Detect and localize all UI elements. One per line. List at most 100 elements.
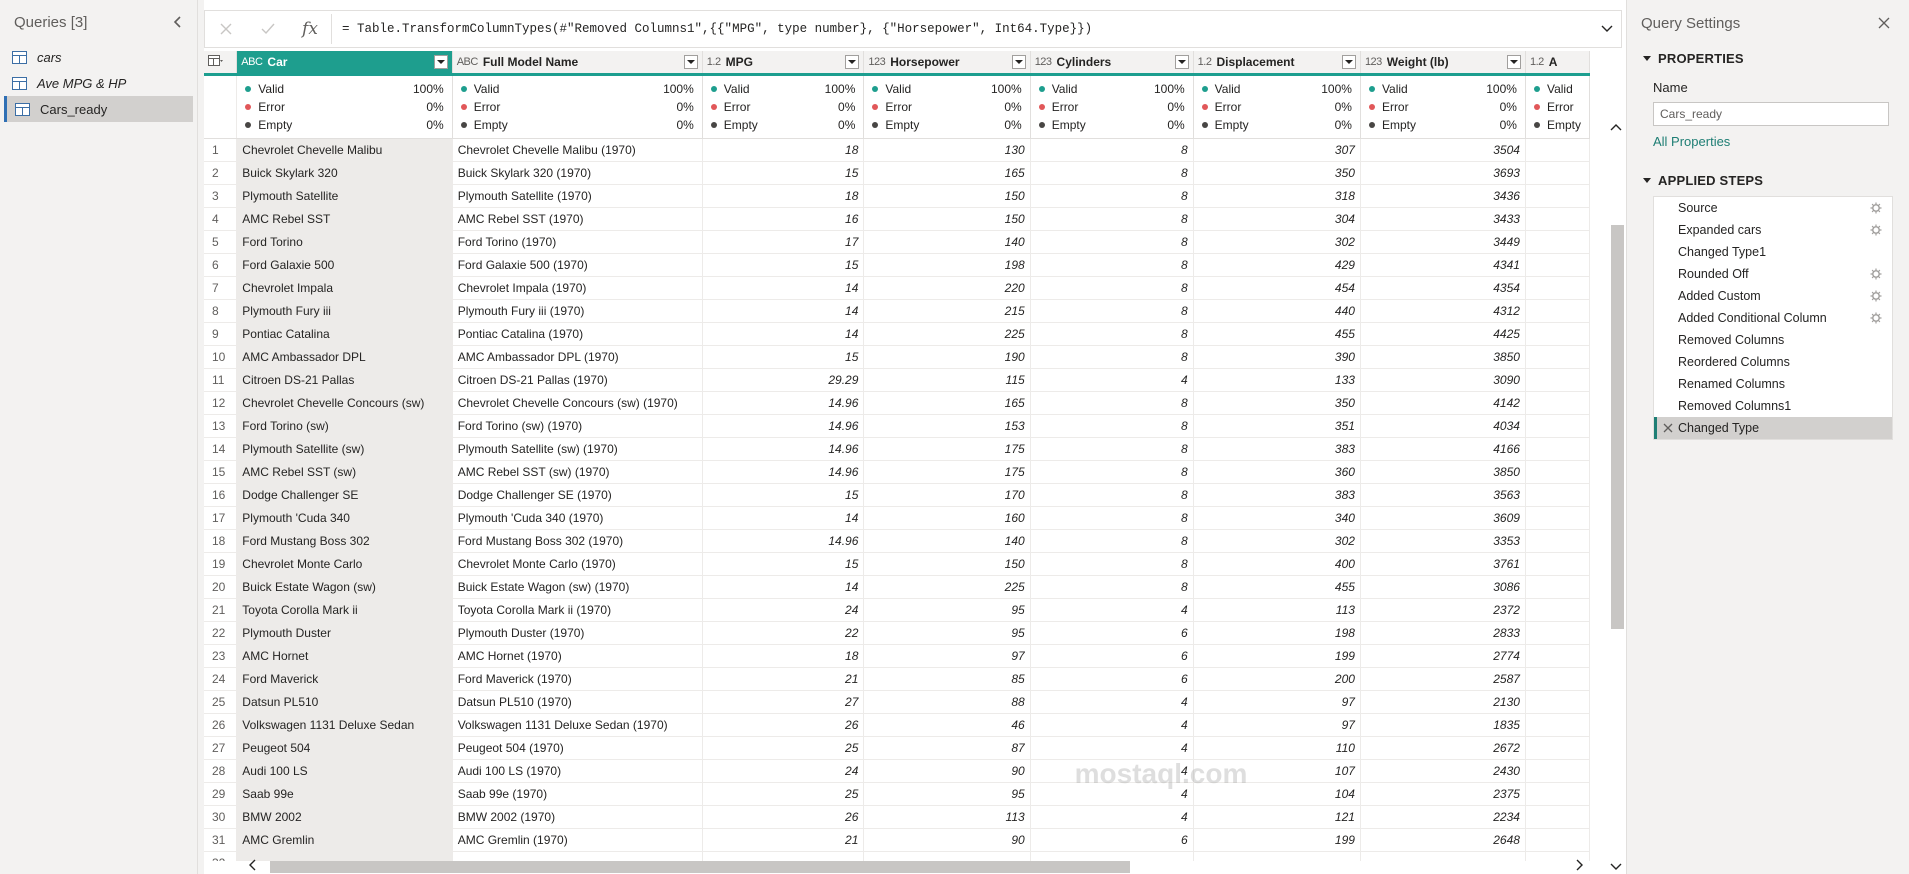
cell-horsepower[interactable]: 165 [863, 391, 1031, 415]
cell-car[interactable]: BMW 2002 [236, 805, 453, 829]
table-row[interactable]: 30 BMW 2002 BMW 2002 (1970) 26 113 4 121 2234 [204, 805, 1590, 829]
cell-cylinders[interactable]: 6 [1030, 667, 1194, 691]
cell-horsepower[interactable]: 97 [863, 644, 1031, 668]
cell-horsepower[interactable]: 113 [863, 805, 1031, 829]
cell-horsepower[interactable]: 150 [863, 552, 1031, 576]
cell-cylinders[interactable]: 8 [1030, 437, 1194, 461]
cell-full-model-name[interactable]: Chevrolet Chevelle Malibu (1970) [452, 138, 703, 162]
cell-horsepower[interactable]: 140 [863, 529, 1031, 553]
cell-mpg[interactable]: 24 [702, 598, 865, 622]
table-row[interactable]: 10 AMC Ambassador DPL AMC Ambassador DPL (… [204, 345, 1590, 369]
cell-weight[interactable]: 3850 [1360, 345, 1526, 369]
cell-horsepower[interactable]: 115 [863, 368, 1031, 392]
cell-car[interactable]: Buick Estate Wagon (sw) [236, 575, 453, 599]
cell-weight[interactable]: 2672 [1360, 736, 1526, 760]
cell-full-model-name[interactable]: Chevrolet Impala (1970) [452, 276, 703, 300]
cell-horsepower[interactable]: 46 [863, 713, 1031, 737]
cell-mpg[interactable]: 15 [702, 161, 865, 185]
cell-truncated-column[interactable] [1525, 644, 1590, 668]
cell-weight[interactable]: 4354 [1360, 276, 1526, 300]
cell-weight[interactable]: 4142 [1360, 391, 1526, 415]
cell-full-model-name[interactable]: Citroen DS-21 Pallas (1970) [452, 368, 703, 392]
cell-cylinders[interactable]: 8 [1030, 322, 1194, 346]
row-number[interactable]: 23 [204, 644, 238, 668]
row-number[interactable]: 8 [204, 299, 238, 323]
cell-cylinders[interactable]: 8 [1030, 552, 1194, 576]
column-header[interactable]: 1.2 MPG [702, 51, 865, 76]
cell-weight[interactable]: 3090 [1360, 368, 1526, 392]
cell-car[interactable]: AMC Rebel SST [236, 207, 453, 231]
applied-step[interactable]: Reordered Columns [1654, 351, 1892, 373]
cell-horsepower[interactable]: 85 [863, 667, 1031, 691]
column-type-icon[interactable]: 123 [868, 56, 885, 68]
cell-car[interactable]: Audi 100 LS [236, 759, 453, 783]
cell-mpg[interactable]: 18 [702, 184, 865, 208]
cell-horsepower[interactable]: 190 [863, 345, 1031, 369]
cell-mpg[interactable]: 14 [702, 299, 865, 323]
cell-mpg[interactable]: 15 [702, 483, 865, 507]
cell-cylinders[interactable]: 8 [1030, 299, 1194, 323]
cell-mpg[interactable]: 26 [702, 713, 865, 737]
cell-car[interactable]: Plymouth Fury iii [236, 299, 453, 323]
cell-cylinders[interactable]: 6 [1030, 828, 1194, 852]
cell-full-model-name[interactable]: Ford Torino (sw) (1970) [452, 414, 703, 438]
column-header[interactable]: 1.2 Displacement [1193, 51, 1361, 76]
cell-truncated-column[interactable] [1525, 506, 1590, 530]
row-number[interactable]: 29 [204, 782, 238, 806]
cell-mpg[interactable]: 26 [702, 805, 865, 829]
cell-displacement[interactable]: 383 [1193, 483, 1361, 507]
cell-weight[interactable]: 2130 [1360, 690, 1526, 714]
query-item[interactable]: Ave MPG & HP [0, 70, 197, 96]
column-header[interactable]: 1.2 A [1525, 51, 1590, 76]
table-menu-button[interactable] [204, 51, 238, 76]
table-row[interactable]: 8 Plymouth Fury iii Plymouth Fury iii (197… [204, 299, 1590, 323]
column-header[interactable]: 123 Cylinders [1030, 51, 1194, 76]
row-number[interactable]: 15 [204, 460, 238, 484]
column-filter-dropdown-icon[interactable] [1506, 55, 1521, 69]
query-item[interactable]: cars [0, 44, 197, 70]
cell-horsepower[interactable]: 215 [863, 299, 1031, 323]
cell-weight[interactable]: 2372 [1360, 598, 1526, 622]
table-row[interactable]: 18 Ford Mustang Boss 302 Ford Mustang Boss… [204, 529, 1590, 553]
row-number[interactable]: 24 [204, 667, 238, 691]
cell-mpg[interactable]: 24 [702, 759, 865, 783]
table-row[interactable]: 21 Toyota Corolla Mark ii Toyota Corolla M… [204, 598, 1590, 622]
cell-horsepower[interactable]: 140 [863, 230, 1031, 254]
cell-weight[interactable]: 3563 [1360, 483, 1526, 507]
row-number[interactable]: 20 [204, 575, 238, 599]
cell-full-model-name[interactable]: Audi 100 LS (1970) [452, 759, 703, 783]
cell-truncated-column[interactable] [1525, 161, 1590, 185]
cell-displacement[interactable]: 350 [1193, 391, 1361, 415]
cell-truncated-column[interactable] [1525, 828, 1590, 852]
cell-displacement[interactable]: 307 [1193, 138, 1361, 162]
cell-full-model-name[interactable]: Ford Mustang Boss 302 (1970) [452, 529, 703, 553]
applied-step[interactable]: Changed Type1 [1654, 241, 1892, 263]
cell-mpg[interactable]: 21 [702, 667, 865, 691]
table-row[interactable]: 24 Ford Maverick Ford Maverick (1970) 21 85 6… [204, 667, 1590, 691]
cell-car[interactable]: Peugeot 504 [236, 736, 453, 760]
cell-weight[interactable]: 3504 [1360, 138, 1526, 162]
cell-weight[interactable]: 3449 [1360, 230, 1526, 254]
cell-full-model-name[interactable]: Plymouth 'Cuda 340 (1970) [452, 506, 703, 530]
cell-mpg[interactable]: 14.96 [702, 437, 865, 461]
cell-cylinders[interactable]: 8 [1030, 575, 1194, 599]
cell-car[interactable]: Buick Skylark 320 [236, 161, 453, 185]
cell-displacement[interactable]: 455 [1193, 575, 1361, 599]
cell-truncated-column[interactable] [1525, 276, 1590, 300]
table-row[interactable]: 27 Peugeot 504 Peugeot 504 (1970) 25 87 4 110 2… [204, 736, 1590, 760]
cell-full-model-name[interactable]: Volkswagen 1131 Deluxe Sedan (1970) [452, 713, 703, 737]
cell-truncated-column[interactable] [1525, 368, 1590, 392]
cell-mpg[interactable]: 17 [702, 230, 865, 254]
cell-horsepower[interactable]: 225 [863, 575, 1031, 599]
cell-full-model-name[interactable]: Datsun PL510 (1970) [452, 690, 703, 714]
cell-truncated-column[interactable] [1525, 414, 1590, 438]
column-type-icon[interactable]: 123 [1035, 56, 1052, 68]
cell-displacement[interactable]: 350 [1193, 161, 1361, 185]
column-filter-dropdown-icon[interactable] [1341, 55, 1356, 69]
row-number[interactable]: 7 [204, 276, 238, 300]
cell-cylinders[interactable]: 8 [1030, 138, 1194, 162]
fx-icon[interactable]: fx [289, 11, 331, 47]
row-number[interactable]: 32 [204, 851, 238, 861]
cell-full-model-name[interactable]: Chevrolet Chevelle Concours (sw) (1970) [452, 391, 703, 415]
cell-weight[interactable]: 2587 [1360, 667, 1526, 691]
